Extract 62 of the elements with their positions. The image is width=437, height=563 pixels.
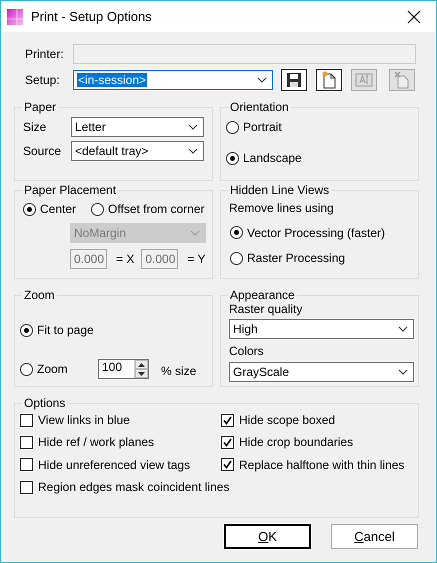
- checkbox[interactable]: Hide crop boundaries: [221, 435, 354, 450]
- app-icon: [7, 8, 23, 24]
- group-title: Paper Placement: [23, 183, 118, 197]
- chevron-icon: [190, 230, 200, 236]
- dropdown[interactable]: Letter: [71, 117, 204, 137]
- group-title: Orientation: [229, 100, 290, 114]
- group-title: Hidden Line Views: [229, 183, 330, 197]
- spin-up-button[interactable]: [135, 360, 148, 370]
- up-arrow-icon: [138, 362, 145, 367]
- dropdown[interactable]: GrayScale: [229, 362, 414, 382]
- radio-button[interactable]: Raster Processing: [230, 251, 346, 266]
- field-label: Source: [22, 144, 62, 158]
- field-label: Raster quality: [229, 302, 304, 316]
- check-icon: [223, 460, 232, 470]
- spin-down-button[interactable]: [135, 369, 148, 378]
- toolbar-button[interactable]: [316, 69, 342, 91]
- group-title: Appearance: [229, 288, 296, 302]
- radio-button[interactable]: Zoom: [20, 362, 98, 377]
- chevron-icon: [398, 368, 408, 375]
- dropdown[interactable]: <default tray>: [71, 141, 204, 161]
- radio-button[interactable]: Fit to page: [20, 323, 94, 338]
- save-icon: [286, 72, 302, 88]
- caption-text: Remove lines using: [229, 201, 335, 216]
- delete-document-icon: [394, 71, 410, 89]
- radio-button[interactable]: Landscape: [226, 151, 302, 166]
- checkbox[interactable]: Replace halftone with thin lines: [221, 458, 404, 472]
- check-icon: [223, 438, 232, 448]
- toolbar-button[interactable]: [281, 69, 307, 91]
- close-icon: [407, 10, 421, 24]
- checkbox[interactable]: Hide unreferenced view tags: [20, 458, 190, 472]
- field-label: Colors: [229, 344, 265, 359]
- field-label: Setup:: [24, 72, 61, 88]
- window-title: Print - Setup Options: [31, 8, 152, 24]
- check-icon: [223, 416, 232, 425]
- chevron-icon: [188, 124, 198, 130]
- checkbox[interactable]: Hide ref / work planes: [20, 435, 154, 450]
- field-label: Size: [22, 120, 48, 134]
- dialog-button[interactable]: OK: [224, 524, 312, 549]
- dialog-button[interactable]: Cancel: [331, 524, 418, 549]
- spin-box[interactable]: 100: [98, 359, 149, 380]
- group-title: Options: [23, 396, 66, 410]
- checkbox[interactable]: View links in blue: [20, 413, 130, 428]
- chevron-icon: [257, 77, 267, 83]
- checkbox[interactable]: Region edges mask coincident lines: [20, 480, 230, 495]
- dropdown[interactable]: High: [229, 319, 414, 340]
- checkbox[interactable]: Hide scope boxed: [221, 413, 336, 428]
- axis-label: = Y: [187, 252, 206, 267]
- field-label: Printer:: [24, 46, 65, 62]
- dropdown[interactable]: <in-session>: [73, 70, 273, 90]
- unit-label: % size: [161, 364, 196, 379]
- group-title: Zoom: [23, 288, 56, 302]
- radio-button[interactable]: Center: [23, 202, 76, 216]
- chevron-icon: [188, 148, 198, 154]
- radio-button[interactable]: Portrait: [226, 120, 282, 134]
- axis-label: = X: [116, 252, 134, 267]
- text-box-icon: [355, 73, 373, 87]
- radio-button[interactable]: Offset from corner: [91, 202, 205, 216]
- new-document-icon: [321, 71, 337, 89]
- down-arrow-icon: [138, 372, 145, 376]
- group-title: Paper: [23, 100, 58, 114]
- radio-button[interactable]: Vector Processing (faster): [230, 226, 386, 240]
- chevron-icon: [398, 326, 408, 332]
